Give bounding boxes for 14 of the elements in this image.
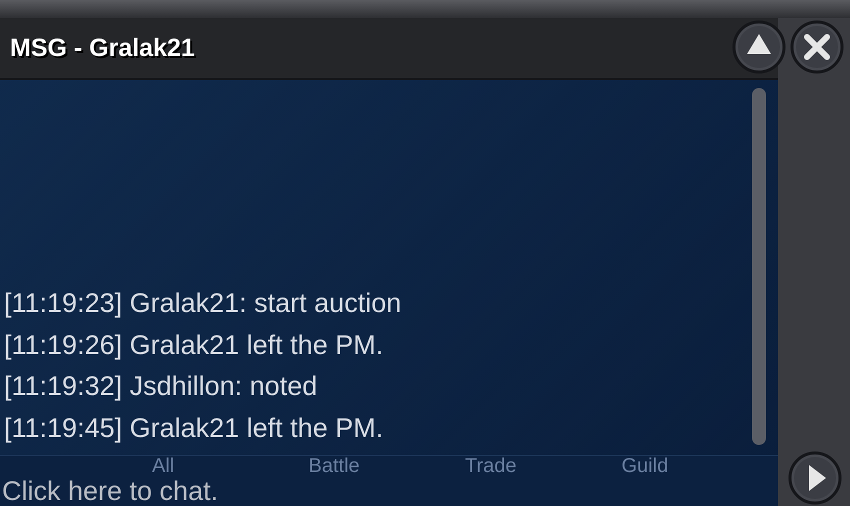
window-title: MSG - Gralak21 <box>10 34 195 62</box>
channel-tab[interactable]: Trade <box>465 454 622 478</box>
channel-tab[interactable]: All <box>152 454 308 478</box>
close-button[interactable] <box>790 20 844 74</box>
chat-message: [11:19:26] Gralak21 left the PM. <box>4 328 384 362</box>
chat-message: [11:19:23] Gralak21: start auction <box>4 287 402 320</box>
chat-message: [11:19:45] Gralak21 left the PM. <box>4 412 384 445</box>
channel-tab[interactable]: Guild <box>622 454 778 478</box>
chat-message: [11:19:32] Jsdhillon: noted <box>4 370 318 403</box>
minimize-button[interactable] <box>732 20 786 74</box>
chat-input[interactable]: Click here to chat. <box>2 476 502 506</box>
scrollbar[interactable] <box>752 88 766 445</box>
send-button[interactable] <box>788 451 842 505</box>
channel-tab[interactable]: Battle <box>308 454 465 478</box>
